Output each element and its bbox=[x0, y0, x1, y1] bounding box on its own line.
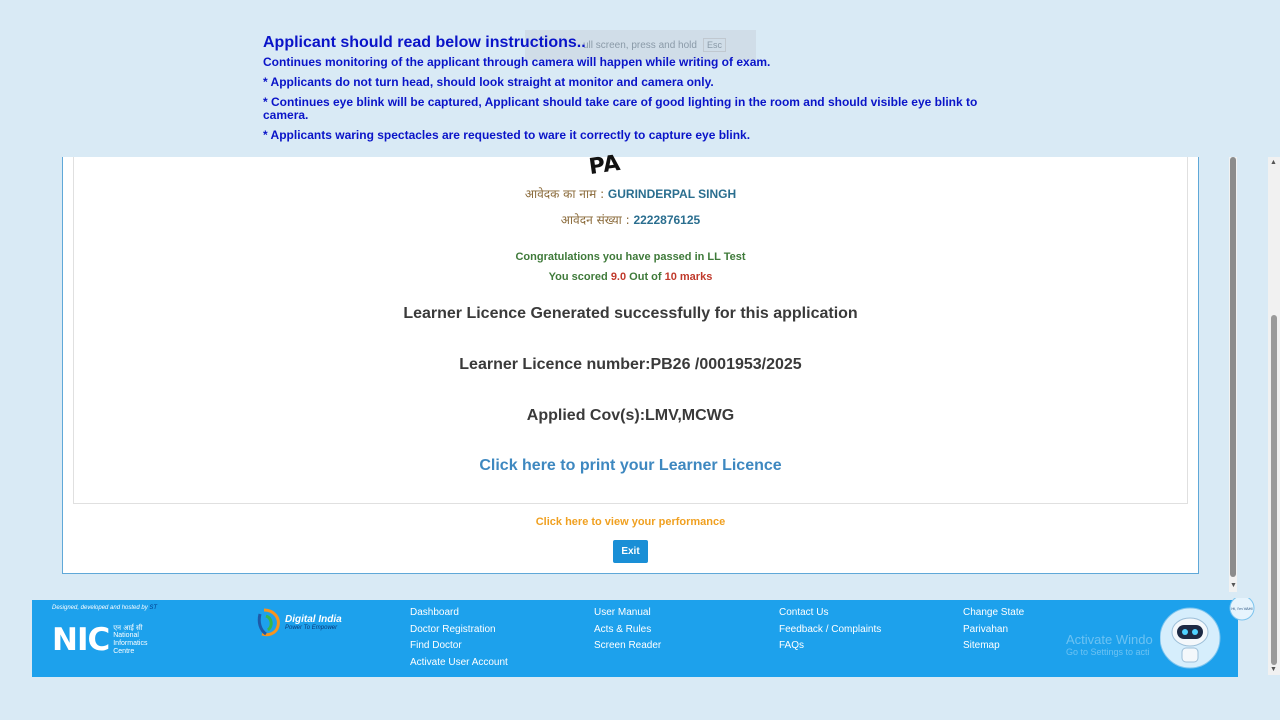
footer-link-doctor-registration[interactable]: Doctor Registration bbox=[410, 622, 508, 639]
nic-line: Centre bbox=[113, 648, 135, 655]
instruction-item: * Continues eye blink will be captured, … bbox=[263, 95, 978, 122]
footer-link-faqs[interactable]: FAQs bbox=[779, 638, 881, 655]
footer-link-find-doctor[interactable]: Find Doctor bbox=[410, 638, 508, 655]
application-number: 2222876125 bbox=[633, 213, 701, 227]
credit-highlight: ST bbox=[149, 605, 158, 611]
page-scrollbar[interactable]: ▲ ▼ bbox=[1268, 157, 1280, 675]
instruction-item: * Applicants do not turn head, should lo… bbox=[263, 75, 714, 89]
bot-greeting: Hi, I'm VAHI bbox=[1231, 606, 1252, 611]
nic-line: Informatics bbox=[113, 640, 148, 647]
nic-logo-text: एन आई सी National Informatics Centre bbox=[113, 624, 147, 656]
applicant-photo-fragment: PA bbox=[587, 150, 622, 181]
footer-link-change-state[interactable]: Change State bbox=[963, 605, 1024, 622]
instruction-item: Continues monitoring of the applicant th… bbox=[263, 55, 771, 69]
applied-cov: Applied Cov(s):LMV,MCWG bbox=[526, 407, 735, 424]
windows-activation-watermark: Activate Windo Go to Settings to acti bbox=[1066, 632, 1153, 657]
footer-links-col-3: Contact Us Feedback / Complaints FAQs bbox=[779, 605, 881, 655]
footer-link-parivahan[interactable]: Parivahan bbox=[963, 622, 1024, 639]
instruction-item: * Applicants waring spectacles are reque… bbox=[263, 128, 751, 142]
pass-message: Congratulations you have passed in LL Te… bbox=[515, 251, 746, 263]
footer-link-contact-us[interactable]: Contact Us bbox=[779, 605, 881, 622]
scrollbar-thumb[interactable] bbox=[1230, 157, 1236, 577]
footer-links-col-1: Dashboard Doctor Registration Find Docto… bbox=[410, 605, 508, 671]
site-footer: Designed, developed and hosted by ST NIC… bbox=[32, 600, 1238, 677]
activate-subtitle: Go to Settings to acti bbox=[1066, 647, 1150, 657]
nic-hindi: एन आई सी bbox=[113, 624, 143, 632]
footer-link-dashboard[interactable]: Dashboard bbox=[410, 605, 508, 622]
footer-link-acts-rules[interactable]: Acts & Rules bbox=[594, 622, 661, 639]
robot-icon: Hi, I'm VAHI bbox=[1159, 595, 1255, 669]
result-card: PA आवेदक का नाम : GURINDERPAL SINGH आवेद… bbox=[62, 151, 1199, 574]
nic-line: National bbox=[113, 632, 139, 639]
credit-text: Designed, developed and hosted by bbox=[52, 605, 150, 611]
application-number-row: आवेदन संख्या : 2222876125 bbox=[74, 211, 1187, 228]
digital-india-text: Digital India Power To Empower bbox=[285, 614, 342, 631]
footer-link-sitemap[interactable]: Sitemap bbox=[963, 638, 1024, 655]
result-panel: PA आवेदक का नाम : GURINDERPAL SINGH आवेद… bbox=[73, 151, 1188, 504]
exam-instructions: Applicant should read below instructions… bbox=[263, 34, 993, 149]
footer-links-col-2: User Manual Acts & Rules Screen Reader bbox=[594, 605, 661, 655]
applicant-name-label: आवेदक का नाम : bbox=[524, 187, 608, 201]
learner-licence-number: Learner Licence number:PB26 /0001953/202… bbox=[459, 356, 802, 373]
view-performance-link[interactable]: Click here to view your performance bbox=[63, 516, 1198, 528]
applicant-name-row: आवेदक का नाम : GURINDERPAL SINGH bbox=[74, 185, 1187, 202]
content-scrollbar[interactable] bbox=[1229, 157, 1237, 592]
applicant-name: GURINDERPAL SINGH bbox=[607, 187, 737, 201]
footer-link-user-manual[interactable]: User Manual bbox=[594, 605, 661, 622]
chatbot-launcher[interactable]: Hi, I'm VAHI bbox=[1159, 595, 1256, 674]
footer-links-col-4: Change State Parivahan Sitemap bbox=[963, 605, 1024, 655]
score-value: 9.0 bbox=[610, 271, 627, 283]
digital-india-icon bbox=[257, 608, 280, 637]
footer-link-activate-user[interactable]: Activate User Account bbox=[410, 655, 508, 672]
nic-logo: NIC एन आई सी National Informatics Centre bbox=[52, 622, 147, 658]
instructions-title: Applicant should read below instructions… bbox=[263, 34, 586, 51]
score-prefix: You scored bbox=[548, 271, 611, 283]
application-number-label: आवेदन संख्या : bbox=[560, 213, 634, 227]
score-mid: Out of bbox=[626, 271, 665, 283]
page-scrollbar-thumb[interactable] bbox=[1271, 315, 1277, 665]
digital-india-logo: Digital India Power To Empower bbox=[256, 606, 342, 638]
footer-link-screen-reader[interactable]: Screen Reader bbox=[594, 638, 661, 655]
score-line: You scored 9.0 Out of 10 marks bbox=[74, 271, 1187, 283]
footer-credit: Designed, developed and hosted by ST bbox=[52, 605, 157, 611]
exit-button[interactable]: Exit bbox=[613, 540, 648, 563]
footer-link-feedback[interactable]: Feedback / Complaints bbox=[779, 622, 881, 639]
scroll-down-arrow-icon[interactable]: ▼ bbox=[1230, 582, 1237, 589]
nic-letters: NIC bbox=[52, 622, 110, 658]
digital-india-tagline: Power To Empower bbox=[285, 624, 338, 631]
digital-india-title: Digital India bbox=[285, 613, 342, 625]
generated-message: Learner Licence Generated successfully f… bbox=[403, 305, 858, 322]
score-total: 10 marks bbox=[664, 271, 713, 283]
scroll-down-arrow-icon[interactable]: ▼ bbox=[1270, 666, 1277, 673]
print-licence-link[interactable]: Click here to print your Learner Licence bbox=[74, 457, 1187, 475]
activate-title: Activate Windo bbox=[1066, 632, 1153, 647]
scroll-up-arrow-icon[interactable]: ▲ bbox=[1270, 159, 1277, 166]
